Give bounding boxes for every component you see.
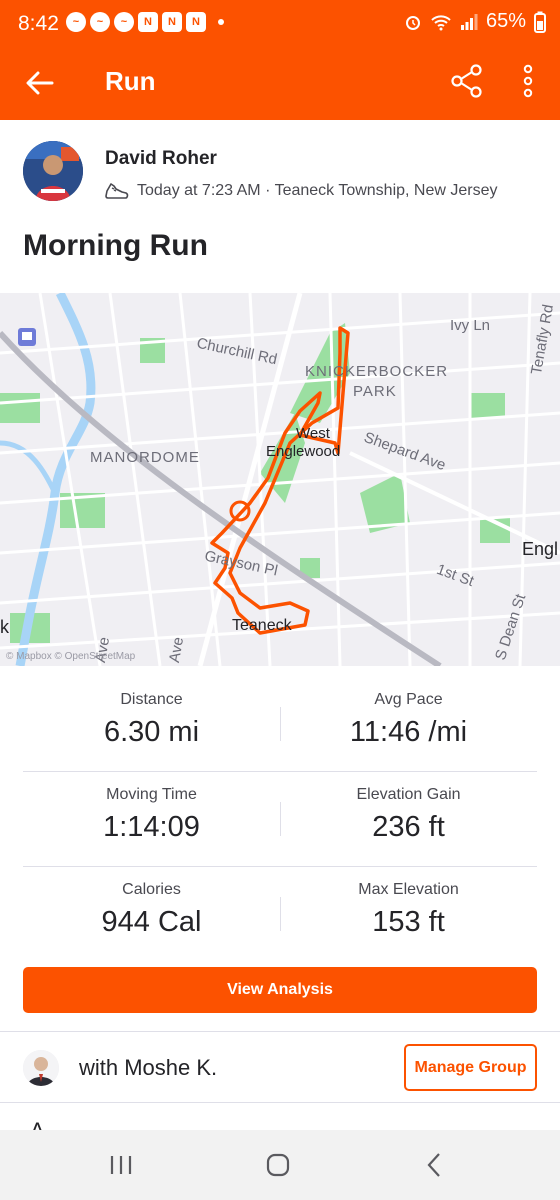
- stat-label: Max Elevation: [358, 881, 459, 898]
- map-label: Englewood: [266, 443, 341, 460]
- stats-row: Distance 6.30 mi Avg Pace 11:46 /mi: [23, 677, 537, 772]
- signal-icon: [460, 13, 478, 30]
- system-nav-bar: [0, 1130, 560, 1200]
- stat-label: Calories: [122, 881, 181, 898]
- stat-calories: Calories 944 Cal: [23, 881, 280, 939]
- map-label: Teaneck: [232, 617, 292, 634]
- home-button[interactable]: [248, 1142, 308, 1188]
- chevron-left-icon: [427, 1153, 440, 1177]
- more-vertical-icon: [523, 64, 533, 98]
- stat-distance: Distance 6.30 mi: [23, 691, 280, 749]
- view-analysis-button[interactable]: View Analysis: [23, 967, 537, 1013]
- status-right: 65%: [404, 10, 546, 33]
- stats-row: Moving Time 1:14:09 Elevation Gain 236 f…: [23, 772, 537, 867]
- route-map[interactable]: Ivy Ln Churchill Rd KNICKERBOCKER PARK W…: [0, 293, 560, 666]
- notification-icons: ~ ~ ~ N N N: [66, 12, 224, 32]
- messenger-icon: ~: [114, 12, 134, 32]
- back-button[interactable]: [20, 63, 60, 103]
- more-options-button[interactable]: [512, 60, 544, 102]
- athlete-avatar[interactable]: [23, 141, 83, 201]
- group-members-text[interactable]: with Moshe K.: [79, 1055, 217, 1081]
- map-label: k: [0, 617, 9, 637]
- stat-value: 153 ft: [372, 906, 445, 938]
- wifi-icon: [431, 14, 451, 30]
- activity-meta: Today at 7:23 AM · Teaneck Township, New…: [105, 181, 497, 201]
- stat-value: 236 ft: [372, 811, 445, 843]
- map-attribution[interactable]: © Mapbox © OpenStreetMap: [6, 651, 135, 662]
- stat-label: Elevation Gain: [356, 786, 461, 803]
- battery-icon: [534, 11, 546, 33]
- messenger-icon: ~: [66, 12, 86, 32]
- battery-percent: 65%: [485, 10, 526, 32]
- stat-max-elevation: Max Elevation 153 ft: [280, 881, 537, 939]
- home-icon: [266, 1153, 290, 1177]
- stat-avg-pace: Avg Pace 11:46 /mi: [280, 691, 537, 749]
- stat-elevation-gain: Elevation Gain 236 ft: [280, 786, 537, 844]
- stat-value: 1:14:09: [103, 811, 200, 843]
- stat-label: Distance: [120, 691, 183, 708]
- activity-title: Morning Run: [23, 229, 208, 262]
- app-bar: Run: [0, 46, 560, 120]
- map-label: KNICKERBOCKER: [305, 363, 449, 380]
- alarm-icon: [405, 15, 420, 30]
- share-icon: [451, 64, 482, 98]
- map-base: [0, 293, 560, 666]
- activity-date-location: Today at 7:23 AM · Teaneck Township, New…: [137, 182, 498, 199]
- strava-icon: N: [162, 12, 182, 32]
- stat-value: 11:46 /mi: [349, 716, 468, 748]
- athlete-photo: [23, 141, 83, 201]
- more-notifications-icon: [218, 19, 224, 25]
- member-photo: [23, 1050, 59, 1086]
- group-member-avatar[interactable]: [23, 1050, 59, 1086]
- map-label: West: [296, 425, 330, 442]
- stat-value: 944 Cal: [101, 906, 202, 938]
- athlete-name[interactable]: David Roher: [105, 148, 217, 170]
- stats-row: Calories 944 Cal Max Elevation 153 ft: [23, 867, 537, 962]
- status-time: 8:42: [18, 12, 59, 35]
- status-bar: 8:42 ~ ~ ~ N N N 65%: [0, 0, 560, 46]
- stat-moving-time: Moving Time 1:14:09: [23, 786, 280, 844]
- arrow-left-icon: [26, 71, 54, 95]
- stat-label: Avg Pace: [374, 691, 443, 708]
- recent-apps-icon: [110, 1156, 132, 1174]
- map-label: Ivy Ln: [450, 317, 491, 334]
- map-label: PARK: [353, 383, 397, 400]
- group-section: with Moshe K. Manage Group: [0, 1031, 560, 1103]
- stat-value: 6.30 mi: [103, 716, 200, 748]
- strava-icon: N: [186, 12, 206, 32]
- messenger-icon: ~: [90, 12, 110, 32]
- stats-grid: Distance 6.30 mi Avg Pace 11:46 /mi Movi…: [23, 677, 537, 962]
- share-button[interactable]: [446, 60, 488, 102]
- recent-apps-button[interactable]: [91, 1142, 151, 1188]
- back-nav-button[interactable]: [404, 1142, 464, 1188]
- map-label: MANORDOME: [90, 449, 200, 466]
- map-label: Engl: [522, 539, 559, 559]
- stat-label: Moving Time: [106, 786, 197, 803]
- page-title: Run: [105, 66, 156, 96]
- manage-group-button[interactable]: Manage Group: [404, 1044, 537, 1091]
- strava-icon: N: [138, 12, 158, 32]
- shoe-icon: [105, 183, 129, 199]
